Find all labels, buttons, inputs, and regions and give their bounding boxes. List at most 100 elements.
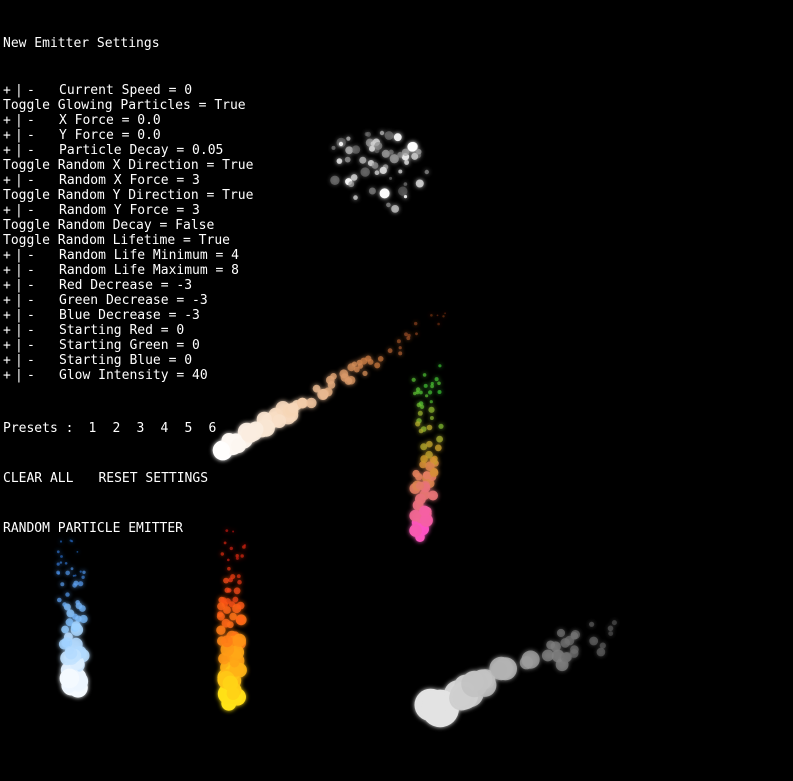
- particle: [411, 377, 416, 382]
- setting-row: + | - Starting Red = 0: [3, 323, 253, 338]
- particle: [556, 628, 566, 638]
- separator: |: [15, 263, 23, 278]
- particle: [424, 169, 429, 175]
- particle: [233, 587, 241, 595]
- toggle-button[interactable]: Toggle Random X Direction = True: [3, 158, 253, 173]
- particle: [369, 145, 375, 152]
- emitter-canvas[interactable]: New Emitter Settings + | - Current Speed = …: [0, 0, 793, 781]
- particle: [327, 381, 336, 389]
- increase-button[interactable]: +: [3, 338, 15, 353]
- increase-button[interactable]: +: [3, 368, 15, 383]
- decrease-button[interactable]: -: [27, 83, 59, 98]
- particle: [415, 493, 426, 505]
- decrease-button[interactable]: -: [27, 323, 59, 338]
- separator: |: [15, 293, 23, 308]
- increase-button[interactable]: +: [3, 308, 15, 323]
- particle: [417, 410, 423, 416]
- increase-button[interactable]: +: [3, 278, 15, 293]
- particle: [72, 574, 75, 577]
- setting-row: Toggle Random Lifetime = True: [3, 233, 253, 248]
- toggle-button[interactable]: Toggle Random Y Direction = True: [3, 188, 253, 203]
- toggle-button[interactable]: Toggle Glowing Particles = True: [3, 98, 246, 113]
- particle: [82, 570, 86, 574]
- increase-button[interactable]: +: [3, 263, 15, 278]
- particle: [235, 615, 246, 625]
- particle: [72, 583, 77, 588]
- separator: |: [15, 83, 23, 98]
- increase-button[interactable]: +: [3, 128, 15, 143]
- toggle-button[interactable]: Toggle Random Decay = False: [3, 218, 214, 233]
- particle: [429, 400, 433, 404]
- preset-button-4[interactable]: 4: [157, 421, 171, 436]
- increase-button[interactable]: +: [3, 83, 15, 98]
- particle: [389, 176, 393, 180]
- particle: [398, 186, 408, 196]
- particle: [412, 469, 420, 478]
- preset-button-2[interactable]: 2: [109, 421, 123, 436]
- decrease-button[interactable]: -: [27, 203, 59, 218]
- decrease-button[interactable]: -: [27, 143, 59, 158]
- particle: [430, 381, 434, 386]
- preset-button-1[interactable]: 1: [85, 421, 99, 436]
- increase-button[interactable]: +: [3, 293, 15, 308]
- setting-row: + | - X Force = 0.0: [3, 113, 253, 128]
- setting-label: Random Life Minimum = 4: [59, 248, 240, 263]
- presets-label: Presets :: [3, 420, 74, 436]
- reset-settings-button[interactable]: RESET SETTINGS: [98, 471, 208, 486]
- particle: [232, 633, 246, 647]
- preset-button-6[interactable]: 6: [205, 421, 219, 436]
- particle: [344, 156, 351, 163]
- particle: [419, 390, 423, 395]
- particle: [338, 141, 344, 147]
- decrease-button[interactable]: -: [27, 113, 59, 128]
- increase-button[interactable]: +: [3, 113, 15, 128]
- decrease-button[interactable]: -: [27, 338, 59, 353]
- particle: [401, 148, 410, 156]
- particle: [297, 397, 308, 408]
- particle: [426, 424, 433, 431]
- separator: |: [15, 173, 23, 188]
- particle: [61, 625, 69, 634]
- decrease-button[interactable]: -: [27, 248, 59, 263]
- decrease-button[interactable]: -: [27, 173, 59, 188]
- particle: [365, 355, 372, 362]
- toggle-button[interactable]: Toggle Random Lifetime = True: [3, 233, 230, 248]
- particle: [560, 652, 572, 663]
- particle: [360, 167, 370, 177]
- decrease-button[interactable]: -: [27, 278, 59, 293]
- increase-button[interactable]: +: [3, 353, 15, 368]
- particle: [608, 631, 614, 636]
- decrease-button[interactable]: -: [27, 368, 59, 383]
- particle: [388, 149, 394, 155]
- increase-button[interactable]: +: [3, 248, 15, 263]
- decrease-button[interactable]: -: [27, 293, 59, 308]
- separator: |: [15, 323, 23, 338]
- clear-all-button[interactable]: CLEAR ALL: [3, 471, 73, 486]
- setting-row: Toggle Random Decay = False: [3, 218, 253, 233]
- particle: [420, 404, 425, 409]
- particle: [65, 592, 70, 597]
- setting-label: Glow Intensity = 40: [59, 368, 208, 383]
- decrease-button[interactable]: -: [27, 263, 59, 278]
- increase-button[interactable]: +: [3, 323, 15, 338]
- setting-row: + | - Random X Force = 3: [3, 173, 253, 188]
- random-particle-emitter-button[interactable]: RANDOM PARTICLE EMITTER: [3, 521, 183, 536]
- particle: [379, 130, 385, 136]
- preset-button-3[interactable]: 3: [133, 421, 147, 436]
- particle: [398, 169, 403, 174]
- particle: [415, 481, 425, 490]
- decrease-button[interactable]: -: [27, 308, 59, 323]
- setting-row: + | - Current Speed = 0: [3, 83, 253, 98]
- decrease-button[interactable]: -: [27, 353, 59, 368]
- particle: [384, 131, 394, 140]
- particle: [418, 428, 424, 434]
- increase-button[interactable]: +: [3, 173, 15, 188]
- particle: [379, 166, 387, 174]
- increase-button[interactable]: +: [3, 203, 15, 218]
- particle: [79, 605, 86, 612]
- decrease-button[interactable]: -: [27, 128, 59, 143]
- preset-button-5[interactable]: 5: [181, 421, 195, 436]
- particle: [415, 387, 421, 392]
- particle: [237, 579, 242, 585]
- increase-button[interactable]: +: [3, 143, 15, 158]
